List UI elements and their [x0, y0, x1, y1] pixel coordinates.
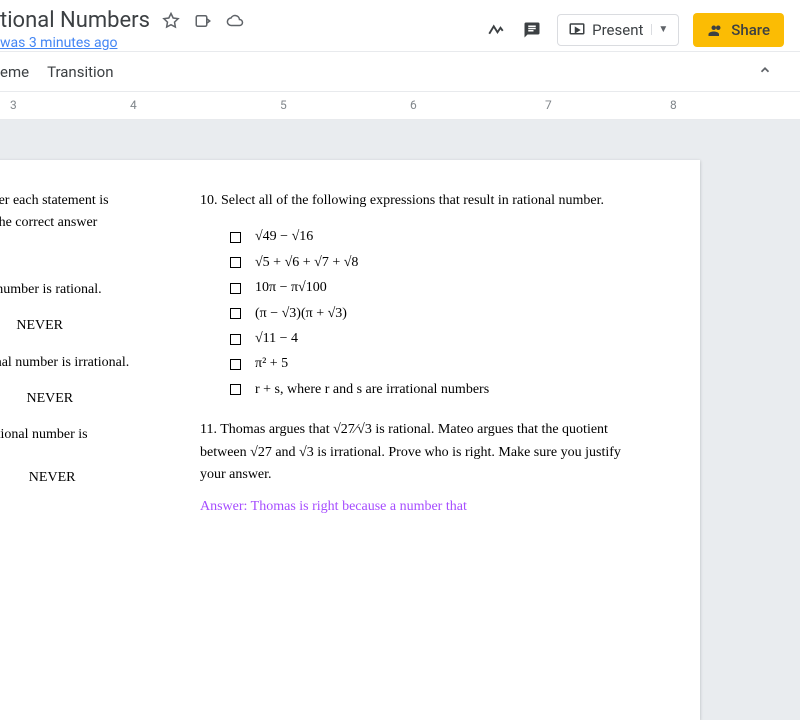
last-edit-link[interactable]: was 3 minutes ago [0, 35, 246, 51]
option-text: (π − √3)(π + √3) [255, 303, 347, 325]
share-button[interactable]: Share [693, 13, 784, 47]
choice-never: NEVER [16, 315, 63, 337]
checkbox-icon[interactable] [230, 359, 241, 370]
question-10-title: 10. Select all of the following expressi… [200, 190, 670, 212]
ruler-mark: 8 [670, 98, 677, 112]
ruler-mark: 4 [130, 98, 137, 112]
present-label: Present [592, 21, 643, 39]
statement-c: d an irrational number is [0, 424, 180, 446]
star-icon[interactable] [160, 10, 182, 32]
share-label: Share [731, 21, 770, 39]
document-title[interactable]: tional Numbers [0, 8, 150, 33]
secondary-toolbar: eme Transition [0, 52, 800, 92]
question-10-options: √49 − √16 √5 + √6 + √7 + √8 10π − π√100 … [230, 226, 670, 401]
theme-button[interactable]: eme [0, 63, 29, 81]
slide-left-column: re whether each statement is . Circle th… [0, 190, 180, 690]
move-icon[interactable] [192, 10, 214, 32]
slide[interactable]: re whether each statement is . Circle th… [0, 160, 700, 720]
title-bar: tional Numbers was 3 minutes ago Present… [0, 0, 800, 52]
checkbox-icon[interactable] [230, 384, 241, 395]
q11-line1: 11. Thomas argues that √27⁄√3 is rationa… [200, 419, 670, 441]
intro-line-2: . Circle the correct answer [0, 212, 180, 234]
activity-icon[interactable] [485, 19, 507, 41]
checkbox-icon[interactable] [230, 232, 241, 243]
checkbox-icon[interactable] [230, 334, 241, 345]
editor-canvas: re whether each statement is . Circle th… [0, 120, 800, 720]
choice-never: NEVER [29, 467, 76, 489]
ruler-mark: 3 [10, 98, 17, 112]
answer-text[interactable]: Answer: Thomas is right because a number… [200, 496, 670, 518]
cloud-saved-icon[interactable] [224, 10, 246, 32]
title-left: tional Numbers was 3 minutes ago [0, 8, 246, 51]
q11-line3: your answer. [200, 464, 670, 486]
option-text: r + s, where r and s are irrational numb… [255, 379, 489, 401]
ruler-mark: 6 [410, 98, 417, 112]
horizontal-ruler: 3 4 5 6 7 8 [0, 92, 800, 120]
q11-line2: between √27 and √3 is irrational. Prove … [200, 442, 670, 464]
title-right: Present ▼ Share [485, 13, 784, 47]
option-text: π² + 5 [255, 353, 288, 375]
ruler-mark: 5 [280, 98, 287, 112]
slide-right-column: 10. Select all of the following expressi… [200, 190, 670, 690]
comments-icon[interactable] [521, 19, 543, 41]
option-text: √49 − √16 [255, 226, 313, 248]
option-text: √11 − 4 [255, 328, 298, 350]
checkbox-icon[interactable] [230, 283, 241, 294]
option-text: 10π − π√100 [255, 277, 327, 299]
statement-a: rational number is rational. [0, 279, 180, 301]
present-dropdown-icon[interactable]: ▼ [651, 24, 668, 35]
intro-line-1: re whether each statement is [0, 190, 180, 212]
ruler-mark: 7 [545, 98, 552, 112]
transition-button[interactable]: Transition [47, 63, 113, 81]
collapse-toolbar-icon[interactable] [758, 62, 784, 81]
question-11: 11. Thomas argues that √27⁄√3 is rationa… [200, 419, 670, 486]
present-button[interactable]: Present ▼ [557, 14, 679, 46]
checkbox-icon[interactable] [230, 257, 241, 268]
option-text: √5 + √6 + √7 + √8 [255, 252, 358, 274]
statement-b: n irrational number is irrational. [0, 352, 180, 374]
checkbox-icon[interactable] [230, 308, 241, 319]
choice-never: NEVER [26, 388, 73, 410]
